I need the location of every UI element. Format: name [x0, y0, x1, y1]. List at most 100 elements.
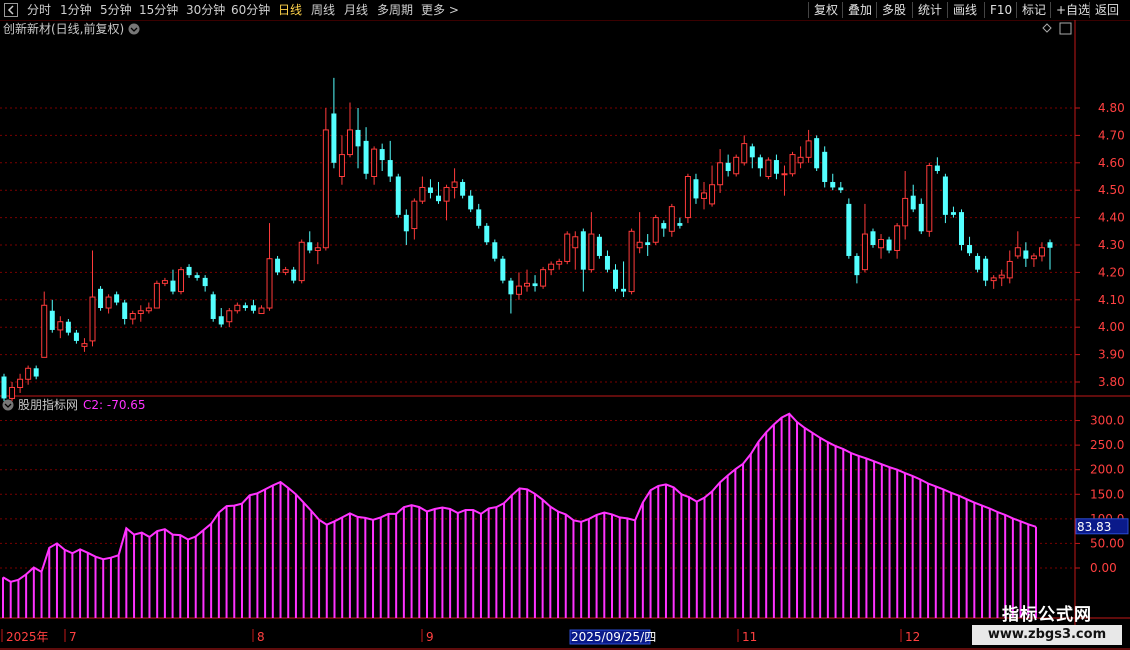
price-tick-label: 4.20	[1098, 265, 1125, 279]
action-button-7[interactable]: +自选	[1056, 2, 1090, 18]
candle-down-body	[122, 302, 128, 319]
candle-down-body	[814, 138, 820, 169]
candle-up-body	[17, 378, 24, 388]
candle-down-body	[49, 310, 55, 330]
action-button-2[interactable]: 多股	[882, 2, 906, 18]
candle-up-body	[89, 296, 96, 342]
action-button-8[interactable]: 返回	[1095, 2, 1119, 18]
period-tab-0[interactable]: 分时	[27, 2, 51, 18]
candle-up-body	[990, 277, 997, 282]
date-cursor-label: 2025/09/25/四	[571, 630, 656, 644]
watermark-line2: www.zbgs3.com	[972, 625, 1122, 645]
action-button-4[interactable]: 画线	[953, 2, 977, 18]
candle-up-body	[894, 225, 901, 251]
candle-down-body	[291, 269, 297, 281]
period-tab-10[interactable]: 更多 >	[421, 2, 459, 18]
candle-up-body	[81, 343, 88, 347]
candle-down-body	[613, 269, 619, 289]
toolbar-divider	[912, 2, 913, 18]
candle-down-body	[33, 368, 39, 377]
watermark-logo: 指标公式网 www.zbgs3.com	[972, 600, 1122, 646]
candle-down-body	[621, 288, 627, 292]
candle-up-body	[266, 258, 273, 309]
candle-up-body	[652, 217, 659, 243]
candle-down-body	[918, 203, 924, 232]
candle-up-body	[1014, 247, 1021, 257]
candle-down-body	[355, 129, 361, 147]
candle-up-body	[443, 186, 450, 202]
period-tab-8[interactable]: 月线	[344, 2, 368, 18]
action-button-6[interactable]: 标记	[1022, 2, 1046, 18]
toolbar-divider	[842, 2, 843, 18]
candle-down-body	[870, 231, 876, 245]
candle-down-body	[604, 255, 610, 270]
back-icon[interactable]	[4, 3, 18, 19]
candle-up-body	[789, 154, 796, 175]
period-tab-1[interactable]: 1分钟	[60, 2, 92, 18]
candle-up-body	[636, 241, 643, 249]
candle-up-body	[322, 129, 329, 249]
indicator-tick-label: 250.0	[1090, 438, 1124, 452]
period-tab-6[interactable]: 日线	[278, 2, 302, 18]
panel-toggle-icon[interactable]	[1059, 22, 1072, 35]
period-toolbar: 分时 1分钟 5分钟 15分钟 30分钟 60分钟 日线 周线 月线 多周期 更多 > 复权 叠加 多股统…	[0, 0, 1130, 21]
candle-down-body	[645, 242, 651, 245]
time-axis-label: 2025年	[6, 630, 49, 644]
time-axis-label: 9	[426, 630, 434, 644]
candle-up-body	[282, 269, 289, 273]
candle-up-body	[1038, 247, 1045, 257]
candle-down-body	[379, 149, 385, 161]
candle-down-body	[427, 187, 433, 193]
toolbar-divider	[1089, 2, 1090, 18]
candle-down-body	[983, 258, 989, 281]
candle-up-body	[226, 310, 233, 323]
indicator-tick-label: 300.0	[1090, 414, 1124, 428]
candle-down-body	[73, 332, 79, 341]
candle-down-body	[725, 162, 731, 172]
candle-up-body	[145, 307, 152, 312]
indicator-dropdown-icon[interactable]	[2, 399, 14, 411]
period-tab-9[interactable]: 多周期	[377, 2, 413, 18]
candle-up-body	[733, 156, 740, 175]
candle-down-body	[210, 294, 216, 319]
indicator-tick-label: 200.0	[1090, 463, 1124, 477]
candle-up-body	[1030, 255, 1037, 260]
candle-down-body	[693, 179, 699, 199]
candle-up-body	[684, 176, 691, 219]
candle-down-body	[435, 195, 441, 202]
period-tab-7[interactable]: 周线	[311, 2, 335, 18]
candle-down-body	[194, 275, 200, 278]
period-tab-3[interactable]: 15分钟	[139, 2, 178, 18]
price-tick-label: 4.60	[1098, 156, 1125, 170]
diamond-icon[interactable]	[1042, 23, 1052, 33]
candle-down-body	[508, 280, 514, 295]
current-value-label: 83.83	[1077, 520, 1111, 534]
toolbar-divider	[984, 2, 985, 18]
candle-down-body	[98, 288, 104, 309]
candle-up-body	[346, 129, 353, 156]
candle-down-body	[886, 239, 892, 251]
candle-down-body	[854, 255, 860, 276]
candle-down-body	[958, 212, 964, 245]
candle-down-body	[202, 277, 208, 287]
candle-up-body	[314, 247, 321, 251]
dropdown-icon[interactable]	[128, 23, 140, 35]
period-tab-4[interactable]: 30分钟	[186, 2, 225, 18]
toolbar-divider	[947, 2, 948, 18]
candle-down-body	[950, 212, 956, 215]
period-tab-5[interactable]: 60分钟	[231, 2, 270, 18]
candle-down-body	[838, 187, 844, 191]
candle-up-body	[628, 230, 635, 293]
period-tab-2[interactable]: 5分钟	[100, 2, 132, 18]
candle-down-body	[170, 280, 176, 292]
toolbar-divider	[876, 2, 877, 18]
candle-down-body	[476, 209, 482, 226]
action-button-0[interactable]: 复权	[814, 2, 838, 18]
action-button-3[interactable]: 统计	[918, 2, 942, 18]
action-button-1[interactable]: 叠加	[848, 2, 872, 18]
candle-up-body	[797, 156, 804, 164]
candle-down-body	[403, 214, 409, 232]
action-button-5[interactable]: F10	[990, 2, 1012, 18]
candle-up-body	[338, 154, 345, 178]
candle-up-body	[515, 285, 522, 295]
